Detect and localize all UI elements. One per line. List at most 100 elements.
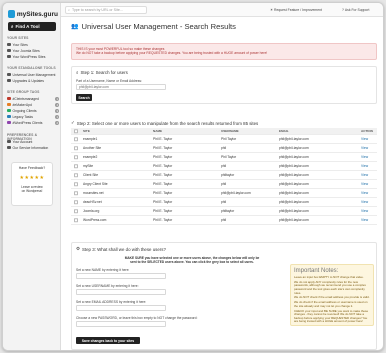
new-username-input[interactable] — [76, 289, 166, 295]
table-row[interactable]: mounsites.net Phil E. Taylor phil@phil-tay… — [71, 189, 377, 198]
cell-site: mySite — [83, 164, 94, 168]
sidebar-item-service-info[interactable]: Our Service Information — [7, 145, 59, 150]
table-row[interactable]: example2 Phil E. Taylor Phil Taylor phil@ph… — [71, 153, 377, 162]
table-row[interactable]: Client Site Phil E. Taylor philtaylor phil@… — [71, 171, 377, 180]
step1-panel: ⌕ Step 1: Search for users Part of a Use… — [71, 66, 377, 104]
table-row[interactable]: WordPress.com Phil E. Taylor phil phil@phil… — [71, 216, 377, 225]
tag-icon — [7, 114, 11, 119]
sidebar-item-tag[interactable]: #eMakerUpd 4 — [7, 102, 59, 107]
row-checkbox[interactable] — [74, 191, 78, 195]
table-row[interactable]: Joomla.org Phil E. Taylor philtaylor phil@p… — [71, 207, 377, 216]
table-row[interactable]: Another Site Phil E. Taylor phil phil@phil-… — [71, 144, 377, 153]
user-search-input[interactable]: phil@phil-taylor.com — [76, 84, 166, 90]
sidebar-item-label: #WordPress Clients — [12, 120, 43, 125]
sidebar-section-title: Your Standalone Tools — [7, 66, 56, 70]
sidebar-item-wordpress-sites[interactable]: Your WordPress Sites — [7, 54, 59, 59]
search-field-label: Part of a Username, Name or Email Addres… — [76, 79, 142, 83]
email-field-label: Set a new EMAIL ADDRESS by entering it h… — [76, 300, 147, 304]
cell-action[interactable]: View — [361, 146, 368, 150]
cell-site: Joomla.org — [83, 209, 100, 213]
tag-icon — [7, 96, 11, 101]
column-header: EMAIL — [279, 129, 289, 133]
account-icon — [7, 139, 11, 144]
count-badge: 1 — [55, 96, 59, 101]
row-checkbox[interactable] — [74, 182, 78, 186]
cell-name: Phil E. Taylor — [153, 191, 173, 195]
new-email-input[interactable] — [76, 305, 166, 311]
step3-intro: MAKE SURE you have selected one or more … — [112, 256, 272, 264]
row-checkbox[interactable] — [74, 173, 78, 177]
row-checkbox[interactable] — [74, 155, 78, 159]
cell-action[interactable]: View — [361, 137, 368, 141]
search-button[interactable]: Search — [76, 94, 92, 101]
cell-action[interactable]: View — [361, 218, 368, 222]
table-row[interactable]: deacHSv.net Phil E. Taylor phil phil@phil-t… — [71, 198, 377, 207]
lightbulb-icon: ☀ — [270, 8, 274, 12]
cell-username: Phil Taylor — [221, 137, 237, 141]
cell-site: Angry Client Site — [83, 182, 108, 186]
find-tool-button[interactable]: ⌕ Find A Tool — [8, 22, 56, 31]
cell-action[interactable]: View — [361, 182, 368, 186]
new-password-input[interactable] — [76, 321, 166, 327]
step3-title: ⚙ Step 3: What shall we do with these us… — [76, 246, 166, 252]
row-checkbox[interactable] — [74, 218, 78, 222]
sidebar-item-universal-user-management[interactable]: Universal User Management — [7, 72, 59, 77]
cell-email: phil@phil-taylor.com — [279, 191, 309, 195]
count-badge: 2 — [55, 120, 59, 125]
feedback-card[interactable]: Have Feedback? ★★★★★ Leave a review on W… — [11, 162, 53, 206]
row-checkbox[interactable] — [74, 209, 78, 213]
new-name-input[interactable] — [76, 273, 166, 279]
row-checkbox[interactable] — [74, 146, 78, 150]
select-all-checkbox[interactable] — [74, 129, 78, 133]
sidebar-item-tag[interactable]: #WordPress Clients 2 — [7, 120, 59, 125]
cell-action[interactable]: View — [361, 173, 368, 177]
support-button[interactable]: ? Ask For Support — [342, 7, 369, 13]
row-checkbox[interactable] — [74, 137, 78, 141]
search-icon: ⌕ — [76, 70, 79, 75]
sites-icon — [7, 42, 11, 47]
request-feature-button[interactable]: ☀ Request Feature / Improvement — [270, 7, 322, 13]
sidebar-item-tag[interactable]: #Cleintsmanaged 1 — [7, 96, 59, 101]
sidebar: mySites.guru ⌕ Find A Tool Your Sites Yo… — [3, 3, 61, 350]
cell-site: Another Site — [83, 146, 102, 150]
sidebar-item-tag[interactable]: Ongoing Clients 3 — [7, 108, 59, 113]
cell-username: phil — [221, 182, 227, 186]
cell-name: Phil E. Taylor — [153, 164, 173, 168]
feedback-title: Have Feedback? — [18, 166, 46, 170]
sidebar-item-your-sites[interactable]: Your Sites — [7, 42, 59, 47]
site-search-input[interactable]: ⌕ Type to search by URL or Site... — [65, 6, 147, 14]
main-content: 👥 Universal User Management - Search Res… — [61, 17, 383, 350]
row-checkbox[interactable] — [74, 200, 78, 204]
sidebar-item-tag[interactable]: Legacy Tasks 1 — [7, 114, 59, 119]
cell-email: phil@phil-taylor.com — [279, 209, 309, 213]
logo[interactable]: mySites.guru — [8, 8, 58, 20]
cell-name: Phil E. Taylor — [153, 155, 173, 159]
sidebar-item-your-account[interactable]: Your Account — [7, 139, 59, 144]
cell-action[interactable]: View — [361, 155, 368, 159]
table-header: SITE NAME USERNAME EMAIL ACTION — [71, 128, 377, 135]
check-icon: ✓ — [71, 120, 75, 125]
note-paragraph: We do check if the email address or user… — [294, 300, 368, 308]
row-checkbox[interactable] — [74, 164, 78, 168]
cell-email: phil@phil-taylor.com — [279, 146, 309, 150]
table-row[interactable]: mySite Phil E. Taylor phil phil@phil-taylor… — [71, 162, 377, 171]
table-row[interactable]: Angry Client Site Phil E. Taylor phil phil@… — [71, 180, 377, 189]
cell-action[interactable]: View — [361, 200, 368, 204]
column-header: ACTION — [361, 129, 373, 133]
note-paragraph: CHECK your input and BE SURE you want to… — [294, 308, 369, 324]
sidebar-item-joomla-sites[interactable]: Your Joomla Sites — [7, 48, 59, 53]
cell-name: Phil E. Taylor — [153, 146, 173, 150]
wordpress-icon — [7, 54, 11, 59]
info-icon — [7, 145, 11, 150]
save-changes-button[interactable]: Save changes back to your sites — [76, 337, 140, 344]
step2-title-text: Step 2: Select one or more users to mani… — [76, 120, 259, 126]
sidebar-item-upgrades[interactable]: Upgrades & Updates — [7, 78, 59, 83]
cell-username: philtaylor — [221, 173, 235, 177]
table-row[interactable]: example1 Phil E. Taylor Phil Taylor phil@ph… — [71, 135, 377, 144]
cell-action[interactable]: View — [361, 209, 368, 213]
tag-icon — [7, 102, 11, 107]
tag-icon — [7, 108, 11, 113]
cell-action[interactable]: View — [361, 164, 368, 168]
cell-email: phil@phil-taylor.com — [279, 200, 309, 204]
cell-action[interactable]: View — [361, 191, 368, 195]
